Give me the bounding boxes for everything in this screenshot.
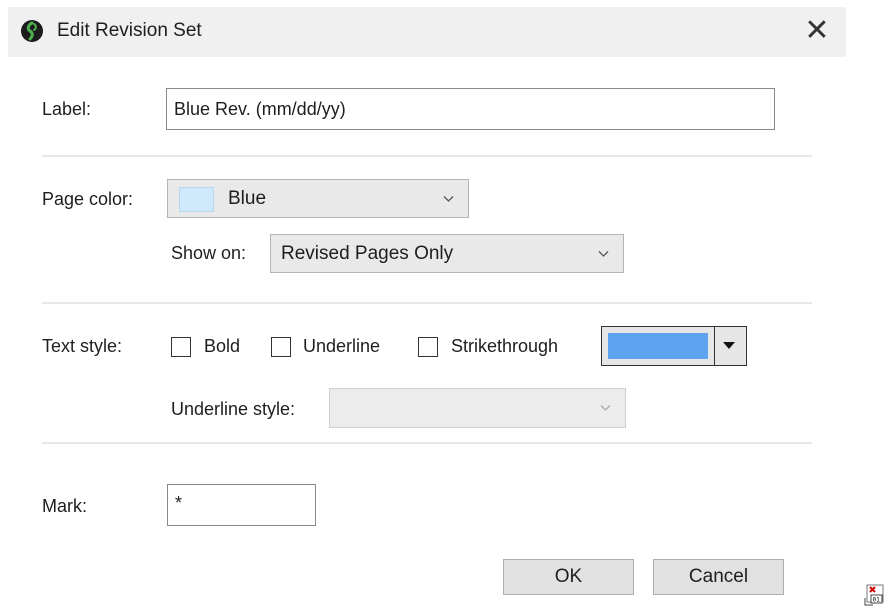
dialog-title: Edit Revision Set xyxy=(57,20,202,41)
mark-input[interactable]: * xyxy=(167,484,316,526)
divider xyxy=(42,442,812,444)
strikethrough-label: Strikethrough xyxy=(451,336,559,356)
underline-style-label: Underline style: xyxy=(171,399,296,419)
mark-label: Mark: xyxy=(42,496,87,516)
text-color-picker[interactable] xyxy=(601,326,747,366)
text-color-swatch xyxy=(608,333,708,359)
edit-revision-set-dialog: Edit Revision Set ✕ Label: Blue Rev. (mm… xyxy=(8,7,846,613)
title-bar: Edit Revision Set ✕ xyxy=(8,7,846,57)
underline-style-dropdown[interactable] xyxy=(329,388,626,428)
show-on-value: Revised Pages Only xyxy=(281,243,454,264)
chevron-down-icon xyxy=(598,250,609,257)
color-picker-separator xyxy=(714,327,715,365)
ok-button[interactable]: OK xyxy=(503,559,634,595)
page-color-label: Page color: xyxy=(42,189,134,209)
underline-label: Underline xyxy=(303,336,381,356)
page-color-swatch xyxy=(179,187,214,212)
cancel-button[interactable]: Cancel xyxy=(653,559,784,595)
divider xyxy=(42,155,812,157)
bold-checkbox[interactable] xyxy=(171,337,191,357)
strikethrough-checkbox[interactable] xyxy=(418,337,438,357)
text-style-label: Text style: xyxy=(42,336,123,356)
app-logo-icon xyxy=(21,20,43,42)
dropdown-arrow-icon xyxy=(723,342,735,349)
svg-text:01: 01 xyxy=(873,597,881,604)
divider xyxy=(42,302,812,304)
show-on-label: Show on: xyxy=(171,243,247,263)
chevron-down-icon xyxy=(600,405,611,411)
underline-checkbox[interactable] xyxy=(271,337,291,357)
close-button[interactable]: ✕ xyxy=(798,13,836,51)
page-color-dropdown[interactable]: Blue xyxy=(167,179,469,218)
page-color-value: Blue xyxy=(228,188,267,209)
broken-image-icon: 01 xyxy=(864,584,884,606)
chevron-down-icon xyxy=(443,195,454,202)
bold-label: Bold xyxy=(204,336,241,356)
close-icon: ✕ xyxy=(804,13,830,48)
label-field-label: Label: xyxy=(42,99,92,119)
label-input[interactable]: Blue Rev. (mm/dd/yy) xyxy=(166,88,775,130)
show-on-dropdown[interactable]: Revised Pages Only xyxy=(270,234,624,273)
